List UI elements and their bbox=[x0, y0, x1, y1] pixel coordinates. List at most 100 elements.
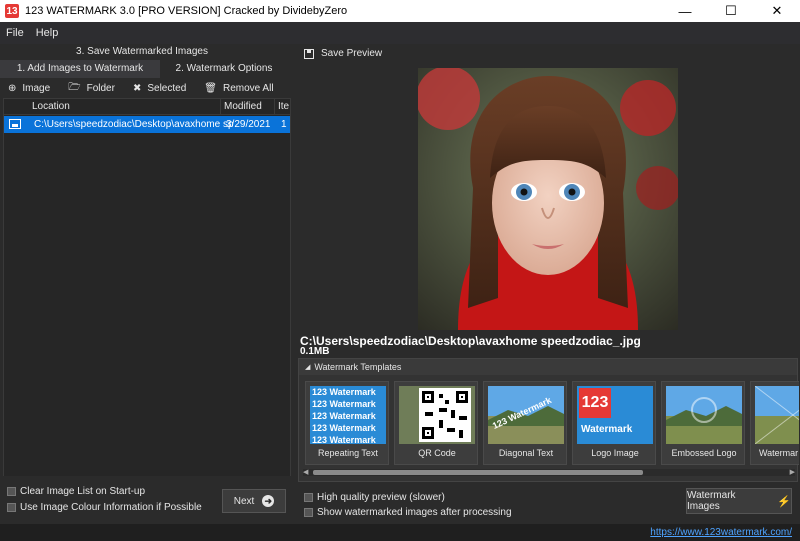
left-panel: 3. Save Watermarked Images 1. Add Images… bbox=[0, 44, 296, 524]
template-thumbnail: 123 Watermark bbox=[488, 386, 564, 444]
column-modified[interactable]: Modified bbox=[224, 101, 262, 112]
show-after-label: Show watermarked images after processing bbox=[317, 507, 512, 518]
image-file-list[interactable]: Location Modified Ite C:\Users\speedzodi… bbox=[3, 98, 291, 518]
template-repeating-text[interactable]: 123 Watermark 123 Watermark 123 Watermar… bbox=[305, 381, 389, 465]
save-preview-button[interactable]: Save Preview bbox=[304, 48, 382, 59]
left-footer: Clear Image List on Start-up Use Image C… bbox=[0, 476, 296, 524]
template-thumbnail bbox=[666, 386, 742, 444]
templates-scrollbar[interactable]: ◀ ▶ bbox=[303, 469, 795, 476]
template-label: Logo Image bbox=[591, 448, 639, 458]
arrow-right-icon: ➜ bbox=[262, 495, 275, 507]
clear-list-checkbox[interactable] bbox=[7, 487, 16, 496]
scrollbar-thumb[interactable] bbox=[313, 470, 643, 475]
tab-row-bottom: 1. Add Images to Watermark 2. Watermark … bbox=[0, 60, 296, 78]
plus-circle-icon: ⊕ bbox=[8, 82, 17, 94]
thumb-text: 123 Watermark bbox=[312, 387, 376, 397]
watermark-images-label: Watermark Images bbox=[687, 490, 736, 512]
scroll-right-icon[interactable]: ▶ bbox=[790, 468, 795, 476]
remove-all-label: Remove All bbox=[222, 82, 274, 94]
watermark-templates-panel: ◢ Watermark Templates 123 Watermark 123 … bbox=[298, 358, 799, 482]
column-divider[interactable] bbox=[274, 99, 275, 115]
maximize-button[interactable]: ☐ bbox=[708, 0, 754, 22]
tab-save-watermarked[interactable]: 3. Save Watermarked Images bbox=[56, 44, 228, 60]
remove-selected-label: Selected bbox=[147, 82, 187, 94]
high-quality-option[interactable]: High quality preview (slower) bbox=[304, 492, 445, 503]
collapse-triangle-icon: ◢ bbox=[305, 364, 311, 371]
template-thumbnail: 123 Watermark bbox=[577, 386, 653, 444]
logo-icon: 123 bbox=[579, 388, 611, 418]
tab-row-top: 3. Save Watermarked Images bbox=[0, 44, 296, 60]
show-after-option[interactable]: Show watermarked images after processing bbox=[304, 507, 512, 518]
window-controls: — ☐ ✕ bbox=[662, 0, 800, 22]
clear-list-option[interactable]: Clear Image List on Start-up bbox=[7, 486, 145, 497]
lightning-icon: ⚡ bbox=[777, 495, 791, 508]
high-quality-label: High quality preview (slower) bbox=[317, 492, 445, 503]
menu-help[interactable]: Help bbox=[30, 27, 65, 39]
templates-strip: 123 Watermark 123 Watermark 123 Watermar… bbox=[303, 381, 799, 465]
website-link[interactable]: https://www.123watermark.com/ bbox=[650, 527, 792, 538]
preview-image bbox=[418, 68, 678, 330]
use-colour-option[interactable]: Use Image Colour Information if Possible bbox=[7, 502, 202, 513]
x-icon: ✖ bbox=[132, 82, 142, 94]
clear-list-label: Clear Image List on Start-up bbox=[20, 486, 146, 497]
trash-icon: 🗑 bbox=[204, 82, 217, 94]
row-location: C:\Users\speedzodiac\Desktop\avaxhome sp bbox=[34, 119, 234, 130]
thumb-text: 123 Watermark bbox=[312, 423, 376, 433]
title-bar: 13 123 WATERMARK 3.0 [PRO VERSION] Crack… bbox=[0, 0, 800, 22]
status-bar: https://www.123watermark.com/ bbox=[0, 524, 800, 541]
column-location[interactable]: Location bbox=[32, 101, 70, 112]
row-items: 1 bbox=[281, 119, 287, 130]
preview-area bbox=[296, 66, 800, 332]
templates-title: Watermark Templates bbox=[314, 362, 402, 372]
thumb-text: 123 Watermark bbox=[312, 435, 376, 444]
template-label: Watermar bbox=[759, 448, 799, 458]
templates-header[interactable]: ◢ Watermark Templates bbox=[299, 359, 797, 375]
template-thumbnail bbox=[755, 386, 799, 444]
add-image-label: Image bbox=[22, 82, 51, 94]
next-label: Next bbox=[233, 495, 255, 507]
next-button[interactable]: Next ➜ bbox=[222, 489, 286, 513]
template-embossed-logo[interactable]: Embossed Logo bbox=[661, 381, 745, 465]
template-thumbnail: 123 Watermark 123 Watermark 123 Watermar… bbox=[310, 386, 386, 444]
right-footer: High quality preview (slower) Show water… bbox=[296, 484, 800, 524]
list-header: Location Modified Ite bbox=[4, 99, 290, 115]
row-modified: 3/29/2021 bbox=[226, 119, 271, 130]
menu-bar: File Help bbox=[0, 22, 800, 44]
add-folder-label: Folder bbox=[86, 82, 115, 94]
save-icon bbox=[304, 48, 314, 59]
save-preview-label: Save Preview bbox=[321, 48, 383, 59]
template-label: Embossed Logo bbox=[671, 448, 737, 458]
folder-icon: 🗁 bbox=[68, 81, 81, 93]
app-logo-icon: 13 bbox=[5, 4, 19, 18]
template-qr-code[interactable]: QR Code bbox=[394, 381, 478, 465]
thumb-text: Watermark bbox=[581, 424, 633, 435]
thumb-text: 123 Watermark bbox=[312, 399, 376, 409]
template-logo-image[interactable]: 123 Watermark Logo Image bbox=[572, 381, 656, 465]
high-quality-checkbox[interactable] bbox=[304, 493, 313, 502]
add-image-button[interactable]: ⊕ Image bbox=[8, 83, 50, 94]
minimize-button[interactable]: — bbox=[662, 0, 708, 22]
watermark-images-button[interactable]: Watermark Images ⚡ bbox=[686, 488, 792, 514]
use-colour-checkbox[interactable] bbox=[7, 503, 16, 512]
menu-file[interactable]: File bbox=[0, 27, 30, 39]
remove-all-button[interactable]: 🗑 Remove All bbox=[204, 83, 273, 94]
table-row[interactable]: C:\Users\speedzodiac\Desktop\avaxhome sp… bbox=[4, 116, 290, 133]
column-items[interactable]: Ite bbox=[278, 101, 289, 112]
add-folder-button[interactable]: 🗁 Folder bbox=[68, 80, 115, 97]
template-label: Diagonal Text bbox=[498, 448, 554, 458]
remove-selected-button[interactable]: ✖ Selected bbox=[133, 83, 186, 94]
template-label: QR Code bbox=[418, 448, 456, 458]
tab-watermark-options[interactable]: 2. Watermark Options bbox=[166, 61, 282, 77]
file-toolbar: ⊕ Image 🗁 Folder ✖ Selected 🗑 Remove All bbox=[0, 78, 296, 98]
template-diagonal-text[interactable]: 123 Watermark Diagonal Text bbox=[483, 381, 567, 465]
window-title: 123 WATERMARK 3.0 [PRO VERSION] Cracked … bbox=[25, 5, 348, 17]
thumb-text: 123 Watermark bbox=[312, 411, 376, 421]
template-watermark-partial[interactable]: Watermar bbox=[750, 381, 799, 465]
tab-add-images[interactable]: 1. Add Images to Watermark bbox=[0, 60, 160, 78]
column-divider[interactable] bbox=[220, 99, 221, 115]
show-after-checkbox[interactable] bbox=[304, 508, 313, 517]
close-button[interactable]: ✕ bbox=[754, 0, 800, 22]
scroll-left-icon[interactable]: ◀ bbox=[303, 468, 308, 476]
use-colour-label: Use Image Colour Information if Possible bbox=[20, 502, 202, 513]
preview-file-size: 0.1MB bbox=[300, 346, 330, 357]
